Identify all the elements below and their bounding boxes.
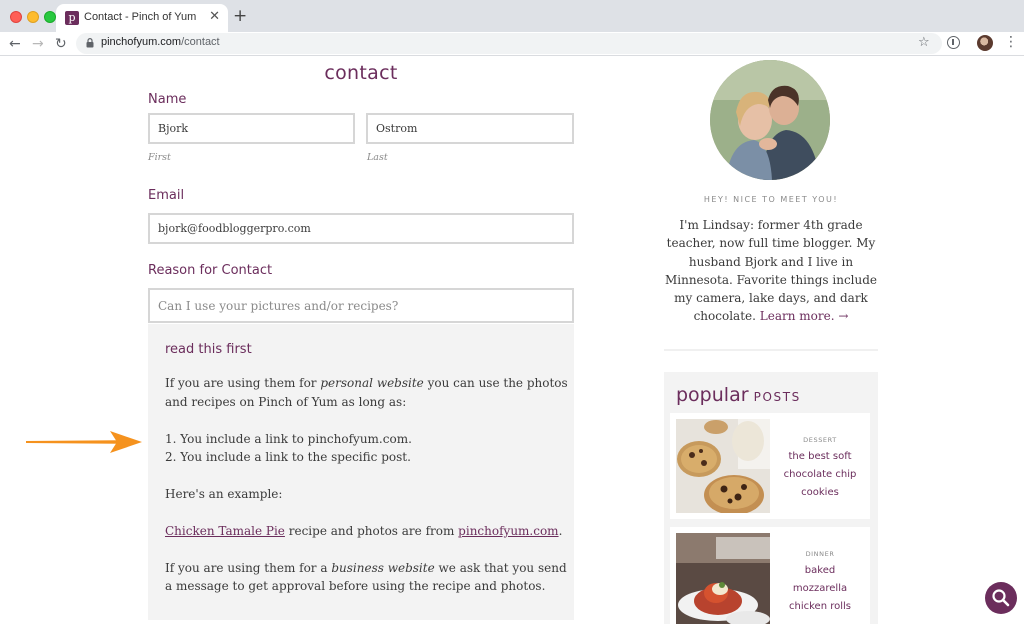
lock-icon [86, 38, 94, 48]
author-bio: I'm Lindsay: former 4th grade teacher, n… [664, 216, 878, 326]
email-value: bjork@foodbloggerpro.com [158, 222, 311, 235]
couple-photo-icon [710, 60, 830, 180]
reload-icon[interactable]: ↻ [55, 35, 67, 53]
maximize-window-button[interactable] [44, 11, 56, 23]
info-text: recipe and photos are from [284, 524, 459, 538]
popular-posts-heading: popular POSTS [676, 384, 801, 406]
learn-more-link[interactable]: Learn more. → [760, 309, 849, 323]
post-title[interactable]: baked mozzarella chicken rolls [774, 562, 866, 616]
url-text[interactable]: pinchofyum.com/contact [101, 36, 220, 48]
info-list-item: 2. You include a link to the specific po… [165, 450, 411, 464]
post-category: DESSERT [803, 436, 837, 444]
posts-word: POSTS [753, 390, 801, 404]
first-sublabel: First [148, 152, 171, 163]
email-label: Email [148, 188, 185, 203]
bio-line-last: chocolate. Learn more. → [664, 307, 878, 325]
new-tab-icon[interactable]: + [233, 7, 247, 25]
bio-line: teacher, now full time blogger. My [666, 236, 876, 251]
bio-line: my camera, lake days, and dark [674, 291, 868, 306]
browser-toolbar: ← → ↻ pinchofyum.com/contact ☆ ⋮ [0, 32, 1024, 56]
pinchofyum-link[interactable]: pinchofyum.com [458, 524, 558, 538]
bookmark-star-icon[interactable]: ☆ [918, 35, 930, 51]
bio-line: husband Bjork and I live in [688, 254, 854, 269]
info-emphasis: personal website [320, 376, 424, 390]
info-text: If you are using them for [165, 376, 321, 390]
post-title-line: baked [804, 565, 836, 576]
minimize-window-button[interactable] [27, 11, 39, 23]
last-name-field[interactable]: Ostrom [366, 113, 574, 144]
read-this-first-box: read this first If you are using them fo… [148, 324, 574, 620]
pinch-of-yum-favicon-icon: p [65, 11, 79, 25]
popular-word: popular [676, 384, 749, 406]
first-name-value: Bjork [158, 122, 189, 135]
last-name-value: Ostrom [376, 122, 418, 135]
floating-search-button[interactable] [985, 582, 1017, 614]
reason-select[interactable]: Can I use your pictures and/or recipes? [148, 288, 574, 323]
extension-info-icon[interactable] [947, 36, 960, 49]
url-host: pinchofyum.com [101, 36, 182, 48]
info-paragraph-1: If you are using them for personal websi… [165, 376, 568, 390]
post-title-line: mozzarella [792, 583, 848, 594]
info-emphasis: business website [331, 561, 435, 575]
cookies-photo-icon [676, 419, 770, 513]
example-line: Chicken Tamale Pie recipe and photos are… [165, 524, 562, 538]
post-title-line: the best soft [788, 451, 852, 462]
author-photo [710, 60, 830, 180]
address-bar[interactable]: pinchofyum.com/contact [76, 33, 942, 54]
last-sublabel: Last [367, 152, 388, 163]
search-icon [992, 589, 1010, 607]
info-paragraph-2: If you are using them for a business web… [165, 561, 567, 575]
info-text: you can use the photos [423, 376, 568, 390]
sidebar-divider [664, 349, 878, 351]
close-tab-icon[interactable]: ✕ [209, 9, 220, 25]
popular-posts-widget: popular POSTS DESSERT the best soft choc… [664, 372, 878, 624]
chicken-rolls-photo-icon [676, 533, 770, 624]
bio-line: chocolate. [693, 309, 756, 324]
email-field[interactable]: bjork@foodbloggerpro.com [148, 213, 574, 244]
browser-menu-icon[interactable]: ⋮ [1004, 34, 1018, 50]
info-text: If you are using them for a [165, 561, 332, 575]
info-paragraph-1-line-2: and recipes on Pinch of Yum as long as: [165, 395, 407, 409]
post-thumbnail[interactable] [676, 419, 770, 513]
info-text: we ask that you send [434, 561, 567, 575]
reason-value: Can I use your pictures and/or recipes? [158, 298, 399, 313]
first-name-field[interactable]: Bjork [148, 113, 355, 144]
popular-post-card[interactable]: DESSERT the best soft chocolate chip coo… [670, 413, 870, 519]
chicken-tamale-pie-link[interactable]: Chicken Tamale Pie [165, 524, 285, 538]
post-title[interactable]: the best soft chocolate chip cookies [774, 448, 866, 502]
url-path: /contact [181, 36, 220, 48]
bio-line: I'm Lindsay: former 4th grade [679, 218, 863, 232]
info-paragraph-2-line-2: a message to get approval before using t… [165, 579, 546, 593]
info-title: read this first [165, 342, 252, 357]
post-title-line: chicken rolls [789, 601, 851, 612]
sidebar-greeting: HEY! NICE TO MEET YOU! [703, 195, 839, 204]
browser-tab-bar: p Contact - Pinch of Yum ✕ + [0, 0, 1024, 32]
annotation-arrow-icon [26, 431, 142, 453]
reason-label: Reason for Contact [148, 263, 273, 278]
page-title: contact [324, 62, 398, 84]
back-arrow-icon[interactable]: ← [9, 35, 21, 53]
info-list-item: 1. You include a link to pinchofyum.com. [165, 432, 412, 446]
info-text: . [558, 524, 563, 538]
profile-avatar[interactable] [977, 35, 993, 51]
name-label: Name [148, 92, 187, 107]
post-title-line: chocolate chip [783, 469, 857, 480]
tab-title: Contact - Pinch of Yum [84, 11, 197, 23]
forward-arrow-icon[interactable]: → [32, 35, 44, 53]
example-label: Here's an example: [165, 487, 283, 501]
post-category: DINNER [805, 550, 835, 558]
post-thumbnail[interactable] [676, 533, 770, 624]
post-title-line: cookies [801, 487, 839, 498]
popular-post-card[interactable]: DINNER baked mozzarella chicken rolls [670, 527, 870, 624]
close-window-button[interactable] [10, 11, 22, 23]
bio-line: Minnesota. Favorite things include [664, 272, 878, 287]
active-tab[interactable]: p Contact - Pinch of Yum ✕ [56, 4, 228, 32]
